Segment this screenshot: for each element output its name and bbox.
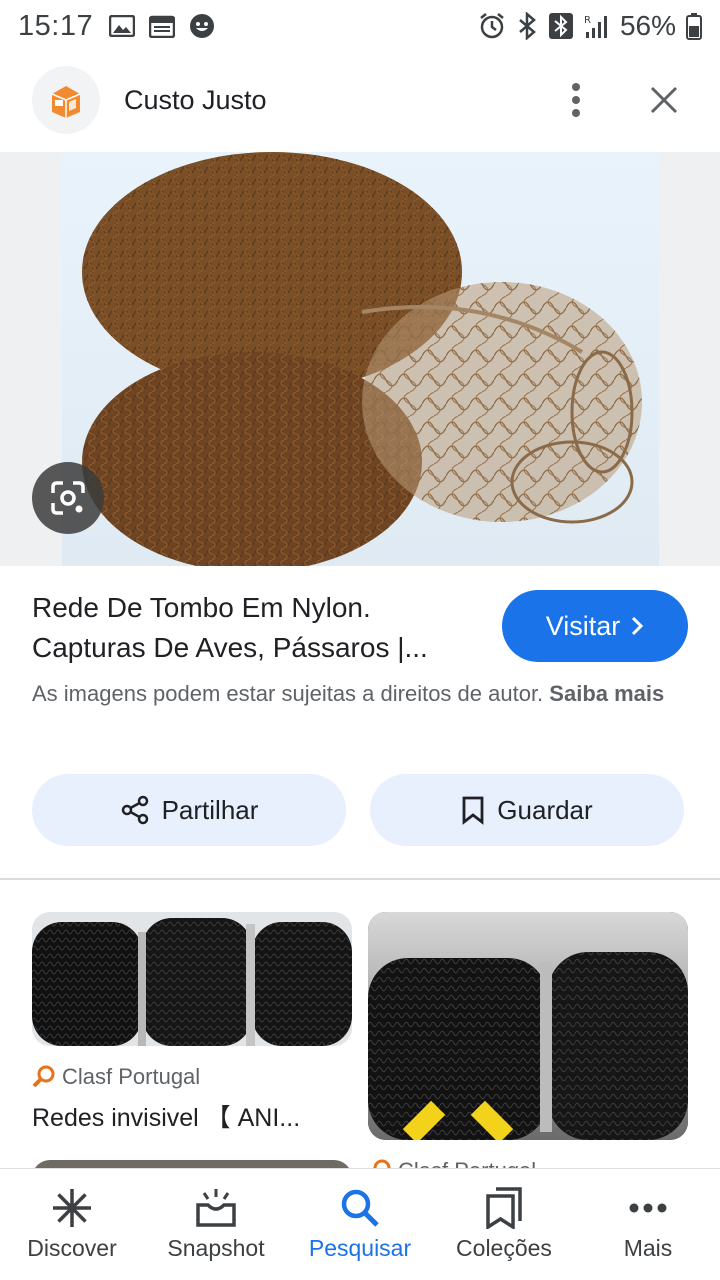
nav-more[interactable]: Mais	[576, 1169, 720, 1280]
lens-icon	[51, 481, 85, 515]
visit-button[interactable]: Visitar	[502, 590, 688, 662]
result-title[interactable]: Rede De Tombo Em Nylon. Capturas De Aves…	[32, 588, 482, 668]
bookmark-icon	[462, 796, 484, 825]
site-name[interactable]: Custo Justo	[124, 85, 267, 116]
image-preview-area	[0, 152, 720, 566]
result-header: Custo Justo	[0, 62, 720, 138]
battery-percentage: 56%	[619, 10, 676, 41]
snapshot-icon	[196, 1189, 236, 1227]
nav-search-label: Pesquisar	[308, 1235, 412, 1261]
more-horiz-icon	[629, 1203, 667, 1213]
more-vert-icon[interactable]	[552, 76, 600, 124]
alarm-icon	[478, 12, 506, 40]
search-icon	[341, 1189, 379, 1227]
copyright-notice: As imagens podem estar sujeitas a direit…	[32, 678, 692, 710]
share-icon	[121, 795, 148, 825]
bottom-navigation: Discover Snapshot Pesquisar Coleções Mai…	[0, 1168, 720, 1280]
learn-more-link[interactable]: Saiba mais	[549, 681, 664, 706]
save-button[interactable]: Guardar	[370, 774, 684, 846]
nav-snapshot-label: Snapshot	[167, 1235, 265, 1261]
related-source: Clasf Portugal	[32, 1064, 352, 1090]
save-button-label: Guardar	[497, 794, 593, 825]
calendar-icon	[149, 14, 176, 38]
related-title[interactable]: Redes invisivel 【 ANI...	[32, 1098, 352, 1134]
main-result-image[interactable]	[62, 152, 659, 566]
related-result-card[interactable]: Clasf Portugal	[368, 912, 688, 1184]
nav-discover-label: Discover	[27, 1235, 117, 1261]
copyright-text: As imagens podem estar sujeitas a direit…	[32, 681, 544, 706]
close-icon[interactable]	[640, 76, 688, 124]
bluetooth-box-icon	[548, 12, 574, 40]
custo-justo-logo	[32, 66, 100, 134]
related-source-name: Clasf Portugal	[62, 1064, 201, 1089]
image-icon	[109, 15, 136, 37]
status-bar: 15:17 R 56%	[0, 0, 720, 52]
nav-collections[interactable]: Coleções	[432, 1169, 576, 1280]
nav-search[interactable]: Pesquisar	[288, 1169, 432, 1280]
google-lens-button[interactable]	[32, 462, 104, 534]
nav-snapshot[interactable]: Snapshot	[144, 1169, 288, 1280]
nav-collections-label: Coleções	[456, 1235, 552, 1261]
source-favicon-icon	[32, 1065, 55, 1088]
chevron-right-icon	[632, 616, 644, 636]
nav-discover[interactable]: Discover	[0, 1169, 144, 1280]
face-icon	[189, 13, 215, 39]
share-button[interactable]: Partilhar	[32, 774, 346, 846]
status-time: 15:17	[18, 9, 94, 42]
signal-icon: R	[584, 12, 610, 40]
related-thumbnail[interactable]	[368, 912, 688, 1140]
visit-button-label: Visitar	[545, 610, 621, 641]
nav-more-label: Mais	[623, 1235, 673, 1261]
svg-text:R: R	[584, 15, 591, 26]
section-divider	[0, 878, 720, 880]
result-title-block: Rede De Tombo Em Nylon. Capturas De Aves…	[32, 588, 482, 668]
related-thumbnail[interactable]	[32, 912, 352, 1046]
bluetooth-icon	[516, 12, 538, 40]
share-button-label: Partilhar	[161, 794, 259, 825]
collections-icon	[486, 1187, 522, 1229]
discover-icon	[53, 1189, 91, 1227]
related-result-card[interactable]: Clasf Portugal Redes invisivel 【 ANI...	[32, 912, 352, 1134]
battery-icon	[686, 12, 702, 40]
